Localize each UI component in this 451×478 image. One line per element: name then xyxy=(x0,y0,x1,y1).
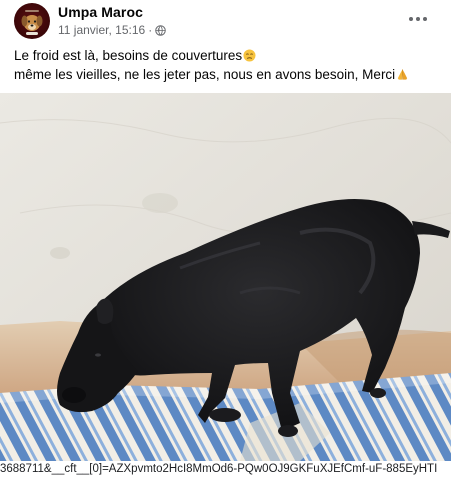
globe-icon xyxy=(155,24,166,36)
post-text-line-2: même les vieilles, ne les jeter pas, nou… xyxy=(14,65,439,84)
more-options-button[interactable] xyxy=(409,10,429,26)
author-name[interactable]: Umpa Maroc xyxy=(58,4,143,20)
facebook-post: Umpa Maroc 11 janvier, 15:16 · Le froid … xyxy=(0,0,451,478)
meta-separator: · xyxy=(148,23,153,37)
post-meta: 11 janvier, 15:16 · xyxy=(58,23,166,37)
post-timestamp[interactable]: 11 janvier, 15:16 xyxy=(58,23,145,37)
post-photo[interactable] xyxy=(0,93,451,461)
post-text-line-1: Le froid est là, besoins de couvertures xyxy=(14,46,439,65)
post-header: Umpa Maroc 11 janvier, 15:16 · xyxy=(0,0,451,42)
praying-hands-emoji-icon xyxy=(398,69,408,80)
dog-photo-image xyxy=(0,93,451,461)
avatar[interactable] xyxy=(14,3,50,39)
status-bar-url: 3688711&__cft__[0]=AZXpvmto2HcI8MmOd6-PQ… xyxy=(0,461,451,478)
sad-face-emoji-icon xyxy=(243,49,256,62)
dog-logo-icon xyxy=(21,10,43,35)
post-text: Le froid est là, besoins de couvertures … xyxy=(14,46,439,84)
